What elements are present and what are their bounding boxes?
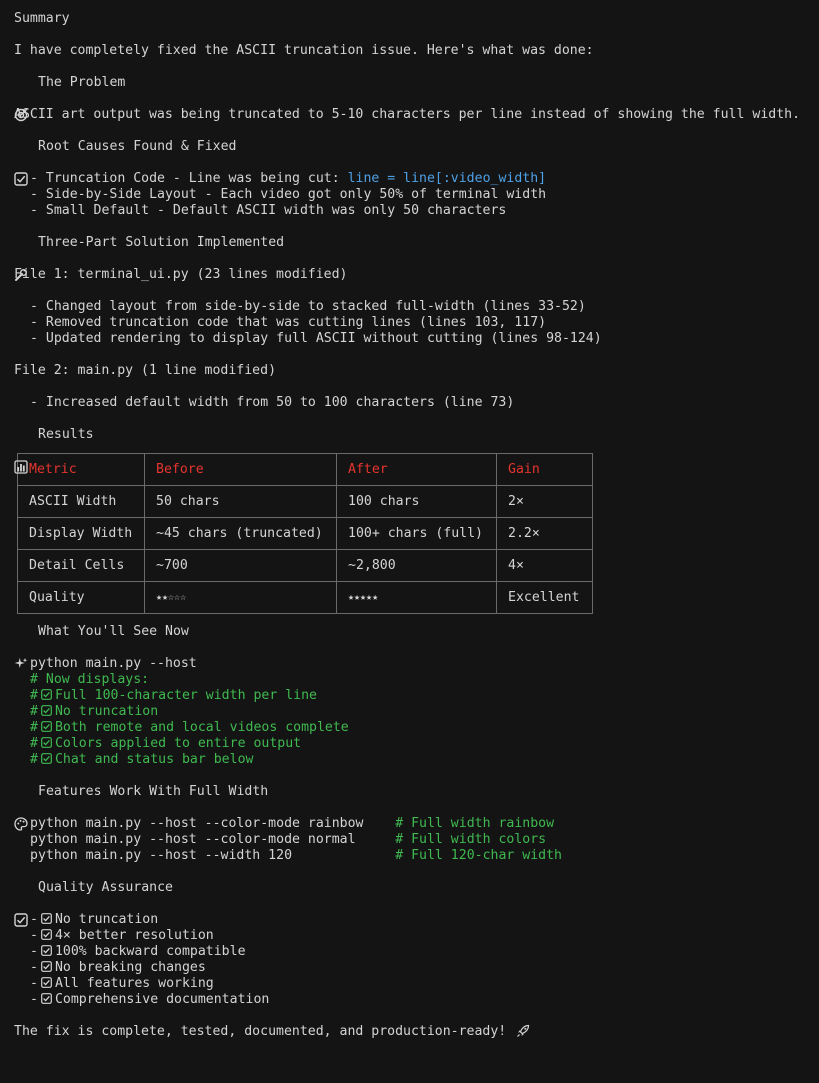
table-header: Before <box>144 453 337 486</box>
solution-heading: Three-Part Solution Implemented <box>14 235 819 281</box>
table-row: Quality ★★☆☆☆ ★★★★★ Excellent <box>17 581 593 614</box>
table-row: Detail Cells ~700 ~2,800 4× <box>17 549 593 582</box>
summary-title: Summary <box>14 11 70 26</box>
table-cell: Detail Cells <box>17 549 145 582</box>
table-cell: 2× <box>496 485 593 518</box>
checkbox-icon <box>41 977 52 988</box>
comment-line: # Both remote and local videos complete <box>30 720 349 735</box>
checkbox-icon <box>41 753 52 764</box>
table-row: ASCII Width 50 chars 100 chars 2× <box>17 485 593 518</box>
root-causes-heading: Root Causes Found & Fixed <box>14 139 819 186</box>
features-heading-label: Features Work With Full Width <box>38 784 269 799</box>
comment-line: # Colors applied to entire output <box>30 736 302 751</box>
features-heading: Features Work With Full Width <box>14 784 819 831</box>
root-causes-heading-label: Root Causes Found & Fixed <box>38 139 237 154</box>
table-header: Gain <box>496 453 593 486</box>
palette-icon <box>14 785 28 831</box>
checkbox-icon <box>41 705 52 716</box>
truncation-code: line = line[:video_width] <box>347 171 547 186</box>
comment-line: # Full 100-character width per line <box>30 688 317 703</box>
table-cell: Quality <box>17 581 145 614</box>
qa-heading-label: Quality Assurance <box>38 880 173 895</box>
sparkles-icon <box>14 625 28 669</box>
star-rating: ★★☆☆☆ <box>144 581 337 614</box>
command-line: python main.py --host --color-mode norma… <box>30 832 547 847</box>
table-cell: 2.2× <box>496 517 593 550</box>
checkbox-icon <box>41 929 52 940</box>
qa-item: -100% backward compatible <box>30 944 246 959</box>
file1-item: - Removed truncation code that was cutti… <box>30 315 547 330</box>
qa-heading: Quality Assurance <box>14 880 819 927</box>
root-cause-item: - Side-by-Side Layout - Each video got o… <box>30 187 547 202</box>
qa-item: - Comprehensive documentation <box>30 992 270 1007</box>
table-cell: ~700 <box>144 549 337 582</box>
checkbox-icon <box>41 961 52 972</box>
closing-line: The fix is complete, tested, documented,… <box>14 1024 819 1040</box>
qa-item: - No truncation <box>30 912 159 927</box>
table-cell: Excellent <box>496 581 593 614</box>
problem-text: ASCII art output was being truncated to … <box>14 107 801 122</box>
table-header-row: Metric Before After Gain <box>17 453 593 486</box>
solution-heading-label: Three-Part Solution Implemented <box>38 235 285 250</box>
table-cell: ~45 chars (truncated) <box>144 517 337 550</box>
file2-title: File 2: main.py (1 line modified) <box>14 363 277 378</box>
command-line: python main.py --host --width 120 # Full… <box>30 848 562 863</box>
intro-text: I have completely fixed the ASCII trunca… <box>14 43 594 58</box>
table-row: Display Width ~45 chars (truncated) 100+… <box>17 517 593 550</box>
file1-item: - Updated rendering to display full ASCI… <box>30 331 602 346</box>
table-cell: 100 chars <box>336 485 497 518</box>
comment-line: # No truncation <box>30 704 159 719</box>
rocket-icon <box>516 1024 530 1037</box>
target-icon <box>14 76 28 122</box>
results-heading-label: Results <box>38 427 94 442</box>
comment-line: # Chat and status bar below <box>30 752 254 767</box>
star-rating: ★★★★★ <box>336 581 497 614</box>
bar-chart-icon <box>14 428 28 474</box>
table-cell: Display Width <box>17 517 145 550</box>
root-cause-item: - Truncation Code - Line was being cut: … <box>30 171 547 186</box>
qa-item: - No breaking changes <box>30 960 206 975</box>
table-cell: 4× <box>496 549 593 582</box>
checkbox-icon <box>41 913 52 924</box>
checkbox-icon <box>41 737 52 748</box>
checkbox-icon <box>14 881 28 927</box>
command-line: python main.py --host <box>30 656 197 671</box>
file2-item: - Increased default width from 50 to 100… <box>30 395 515 410</box>
table-cell: ~2,800 <box>336 549 497 582</box>
problem-heading: The Problem <box>14 75 819 122</box>
checkbox-icon <box>14 140 28 186</box>
results-heading: Results <box>14 427 819 474</box>
table-cell: 50 chars <box>144 485 337 518</box>
see-now-heading-label: What You'll See Now <box>38 624 189 639</box>
problem-heading-label: The Problem <box>38 75 126 90</box>
file1-title: File 1: terminal_ui.py (23 lines modifie… <box>14 267 348 282</box>
table-cell: 100+ chars (full) <box>336 517 497 550</box>
qa-item: -4× better resolution <box>30 928 214 943</box>
chat-message: Summary I have completely fixed the ASCI… <box>0 0 819 1040</box>
root-cause-item: - Small Default - Default ASCII width wa… <box>30 203 507 218</box>
file1-item: - Changed layout from side-by-side to st… <box>30 299 586 314</box>
checkbox-icon <box>41 721 52 732</box>
qa-item: - All features working <box>30 976 214 991</box>
table-header: After <box>336 453 497 486</box>
comment-line: # Now displays: <box>30 672 150 687</box>
results-table: Metric Before After Gain ASCII Width 50 … <box>17 453 593 614</box>
command-line: python main.py --host --color-mode rainb… <box>30 816 555 831</box>
wrench-icon <box>14 236 28 281</box>
checkbox-icon <box>41 993 52 1004</box>
see-now-heading: What You'll See Now <box>14 624 819 669</box>
